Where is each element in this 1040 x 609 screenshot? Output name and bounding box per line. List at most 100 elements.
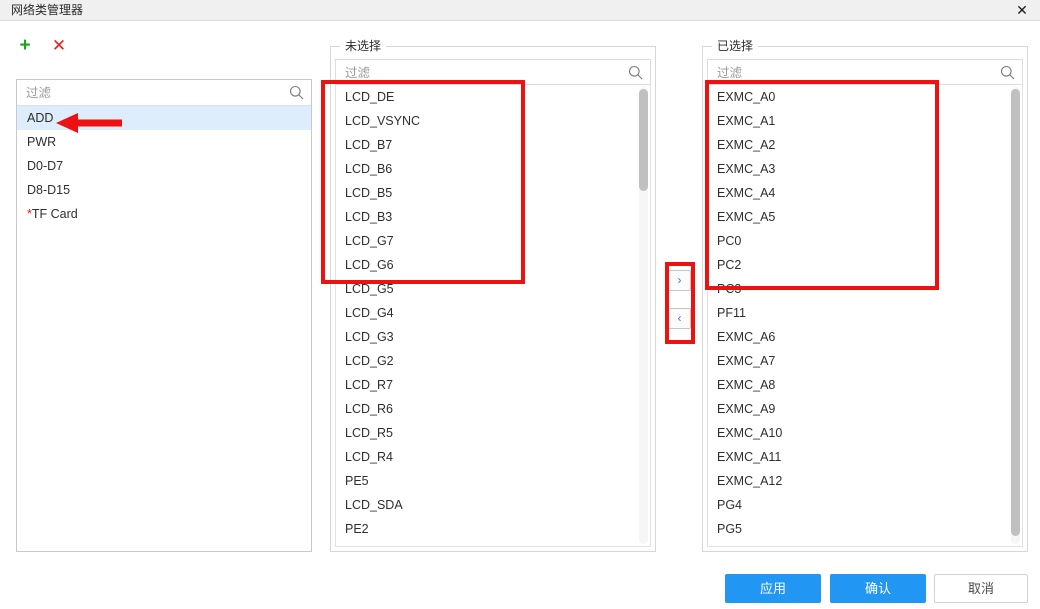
cross-icon[interactable]: ✕ xyxy=(48,35,70,57)
unselected-inner: LCD_DE LCD_VSYNC LCD_B7 LCD_B6 LCD_B5 LCD_B3 L… xyxy=(335,59,651,547)
selected-list[interactable]: EXMC_A0 EXMC_A1 EXMC_A2 EXMC_A3 EXMC_A4 EXMC_… xyxy=(708,85,1022,541)
move-left-button[interactable]: ‹ xyxy=(668,308,691,329)
dialog-footer: 应用 确认 取消 xyxy=(0,572,1040,609)
list-item-label: PF11 xyxy=(717,306,746,320)
list-item-label: D8-D15 xyxy=(27,183,71,197)
list-item-label: PG4 xyxy=(717,498,743,512)
list-item[interactable]: EXMC_A4 xyxy=(708,181,1022,205)
list-item[interactable]: EXMC_A1 xyxy=(708,109,1022,133)
selected-list-container[interactable]: EXMC_A0 EXMC_A1 EXMC_A2 EXMC_A3 EXMC_A4 EXMC_… xyxy=(707,85,1023,547)
list-item-label: TF Card xyxy=(31,207,78,221)
list-item[interactable]: LCD_R5 xyxy=(336,421,650,445)
list-item[interactable]: LCD_R6 xyxy=(336,397,650,421)
title-bar: 网络类管理器 ✕ xyxy=(0,0,1040,21)
unselected-scrollbar[interactable] xyxy=(639,87,648,544)
list-item[interactable]: D0-D7 xyxy=(17,154,311,178)
list-item[interactable]: EXMC_A2 xyxy=(708,133,1022,157)
list-item[interactable]: EXMC_A10 xyxy=(708,421,1022,445)
close-icon[interactable]: ✕ xyxy=(1013,2,1031,19)
list-item[interactable]: LCD_G2 xyxy=(336,349,650,373)
list-item[interactable]: ADD xyxy=(17,106,311,130)
list-item-label: EXMC_A3 xyxy=(717,162,776,176)
list-item[interactable]: EXMC_A8 xyxy=(708,373,1022,397)
selected-inner: EXMC_A0 EXMC_A1 EXMC_A2 EXMC_A3 EXMC_A4 EXMC_… xyxy=(707,59,1023,547)
list-item-label: EXMC_A11 xyxy=(717,450,782,464)
list-item-label: EXMC_A10 xyxy=(717,426,783,440)
list-item[interactable]: LCD_R7 xyxy=(336,373,650,397)
list-item[interactable]: LCD_B5 xyxy=(336,181,650,205)
network-class-list[interactable]: ADD PWR D0-D7 D8-D15 *TF Card xyxy=(17,106,311,551)
list-item[interactable]: EXMC_A9 xyxy=(708,397,1022,421)
selected-scrollbar[interactable] xyxy=(1011,87,1020,544)
list-item[interactable]: EXMC_A12 xyxy=(708,469,1022,493)
list-item[interactable]: LCD_G3 xyxy=(336,325,650,349)
unselected-filter-input[interactable] xyxy=(336,60,650,85)
list-item-label: PG5 xyxy=(717,522,743,536)
list-item[interactable]: PWR xyxy=(17,130,311,154)
list-item-label: LCD_R6 xyxy=(345,402,393,416)
list-item[interactable]: LCD_B3 xyxy=(336,205,650,229)
list-item[interactable]: LCD_G5 xyxy=(336,277,650,301)
list-item[interactable]: PC2 xyxy=(708,253,1022,277)
unselected-scrollbar-thumb[interactable] xyxy=(639,89,648,191)
selected-legend: 已选择 xyxy=(712,39,759,54)
selected-filter-input[interactable] xyxy=(708,60,1022,85)
list-item[interactable]: PC3 xyxy=(708,277,1022,301)
toolbar: + ✕ xyxy=(0,22,330,70)
cancel-button[interactable]: 取消 xyxy=(934,574,1028,603)
list-item[interactable]: PE5 xyxy=(336,469,650,493)
list-item[interactable]: EXMC_A3 xyxy=(708,157,1022,181)
list-item-label: EXMC_A4 xyxy=(717,186,776,200)
list-item[interactable]: LCD_SDA xyxy=(336,493,650,517)
list-item-label: LCD_SDA xyxy=(345,498,403,512)
unselected-legend: 未选择 xyxy=(340,39,387,54)
list-item[interactable]: D8-D15 xyxy=(17,178,311,202)
list-item-label: EXMC_A7 xyxy=(717,354,776,368)
selected-scrollbar-thumb[interactable] xyxy=(1011,89,1020,536)
list-item-label: EXMC_A2 xyxy=(717,138,776,152)
left-filter-input[interactable] xyxy=(17,80,311,105)
list-item-label: EXMC_A1 xyxy=(717,114,776,128)
list-item-label: EXMC_A0 xyxy=(717,90,776,104)
transfer-button-group: › ‹ xyxy=(668,265,692,341)
list-item[interactable]: *TF Card xyxy=(17,202,311,226)
list-item-label: LCD_R5 xyxy=(345,426,393,440)
list-item[interactable]: LCD_B6 xyxy=(336,157,650,181)
list-item[interactable]: EXMC_A6 xyxy=(708,325,1022,349)
list-item[interactable]: LCD_VSYNC xyxy=(336,109,650,133)
list-item-label: LCD_G5 xyxy=(345,282,394,296)
network-class-manager-dialog: 网络类管理器 ✕ + ✕ ADD PWR D0-D7 D8-D15 *TF Card 未… xyxy=(0,0,1040,609)
list-item[interactable]: LCD_B7 xyxy=(336,133,650,157)
list-item[interactable]: EXMC_A0 xyxy=(708,85,1022,109)
list-item-label: EXMC_A9 xyxy=(717,402,776,416)
list-item[interactable]: PG5 xyxy=(708,517,1022,541)
list-item[interactable]: LCD_G7 xyxy=(336,229,650,253)
list-item[interactable]: PF11 xyxy=(708,301,1022,325)
unselected-group: 未选择 LCD_DELCD_VSYNCLCD_B7LCD_B6 LCD_B5 LCD… xyxy=(330,39,656,552)
unselected-filter-row xyxy=(335,59,651,85)
list-item[interactable]: LCD_R4 xyxy=(336,445,650,469)
plus-icon[interactable]: + xyxy=(14,35,36,57)
list-item[interactable]: PE2 xyxy=(336,517,650,541)
apply-button[interactable]: 应用 xyxy=(725,574,821,603)
list-item[interactable]: LCD_G6 xyxy=(336,253,650,277)
list-item-label: LCD_G2 xyxy=(345,354,394,368)
selected-group: 已选择 EXMC_A0EXMC_A1EXMC_A2EXMC_A3EXMC_A4E… xyxy=(702,39,1028,552)
list-item-label: EXMC_A6 xyxy=(717,330,776,344)
left-filter-row xyxy=(17,80,311,106)
list-item[interactable]: EXMC_A7 xyxy=(708,349,1022,373)
unselected-list[interactable]: LCD_DE LCD_VSYNC LCD_B7 LCD_B6 LCD_B5 LCD_B3 L… xyxy=(336,85,650,541)
list-item[interactable]: EXMC_A11 xyxy=(708,445,1022,469)
list-item-label: PE2 xyxy=(345,522,369,536)
list-item-label: PC0 xyxy=(717,234,742,248)
list-item-label: LCD_B5 xyxy=(345,186,393,200)
confirm-button[interactable]: 确认 xyxy=(830,574,926,603)
unselected-list-container[interactable]: LCD_DE LCD_VSYNC LCD_B7 LCD_B6 LCD_B5 LCD_B3 L… xyxy=(335,85,651,547)
list-item[interactable]: PG4 xyxy=(708,493,1022,517)
list-item[interactable]: LCD_G4 xyxy=(336,301,650,325)
list-item-label: EXMC_A5 xyxy=(717,210,776,224)
list-item[interactable]: EXMC_A5 xyxy=(708,205,1022,229)
list-item[interactable]: PC0 xyxy=(708,229,1022,253)
move-right-button[interactable]: › xyxy=(668,270,691,291)
list-item[interactable]: LCD_DE xyxy=(336,85,650,109)
